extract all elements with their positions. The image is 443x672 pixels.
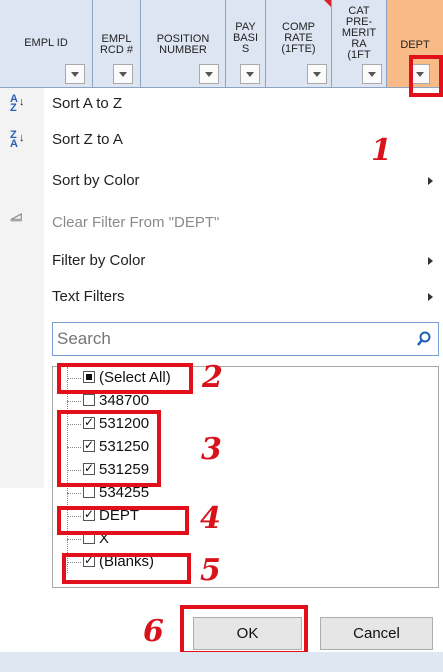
sort-descending-icon: Z A ↓	[10, 129, 25, 150]
sort-a-to-z-item[interactable]: Sort A to Z	[52, 95, 122, 112]
checkbox[interactable]	[83, 394, 95, 406]
column-label: CAT PRE- MERIT RA (1FT	[341, 5, 377, 61]
resize-bar[interactable]	[0, 652, 443, 672]
annotation-box-select-all	[57, 363, 193, 394]
column-label: COMP RATE (1FTE)	[281, 21, 316, 55]
filter-dropdown-button[interactable]	[65, 64, 85, 84]
annotation-number-3: 3	[201, 432, 222, 467]
annotation-number-5: 5	[200, 553, 221, 588]
annotation-box-dept-dropdown	[409, 55, 443, 97]
cancel-button[interactable]: Cancel	[320, 617, 433, 650]
filter-dropdown-button[interactable]	[362, 64, 382, 84]
submenu-arrow-icon	[428, 177, 433, 185]
text-filters-item[interactable]: Text Filters	[52, 288, 125, 305]
column-label: DEPT	[400, 39, 430, 51]
submenu-arrow-icon	[428, 257, 433, 265]
sort-by-color-item[interactable]: Sort by Color	[52, 172, 140, 189]
column-label: EMPL RCD #	[99, 33, 133, 56]
annotation-number-2: 2	[202, 360, 223, 395]
search-box[interactable]	[52, 322, 439, 356]
checkbox[interactable]	[83, 486, 95, 498]
search-input[interactable]	[57, 329, 397, 349]
column-header-comp-rate[interactable]: COMP RATE (1FTE)	[266, 0, 332, 88]
submenu-arrow-icon	[428, 293, 433, 301]
annotation-box-blanks	[62, 553, 191, 584]
column-header-cat-pre-merit[interactable]: CAT PRE- MERIT RA (1FT	[332, 0, 387, 88]
filter-dropdown-button[interactable]	[240, 64, 260, 84]
column-header-empl-rcd[interactable]: EMPL RCD #	[93, 0, 141, 88]
annotation-number-6: 6	[143, 614, 164, 649]
column-header-empl-id[interactable]: EMPL ID	[0, 0, 93, 88]
annotation-box-ok-button	[180, 605, 308, 655]
filter-dropdown-button[interactable]	[113, 64, 133, 84]
annotation-box-dept-value	[57, 506, 189, 535]
column-header-position-number[interactable]: POSITION NUMBER	[141, 0, 226, 88]
column-header-row: EMPL ID EMPL RCD # POSITION NUMBER PAY B…	[0, 0, 443, 88]
column-label: EMPL ID	[24, 37, 68, 49]
sort-z-to-a-item[interactable]: Sort Z to A	[52, 131, 123, 148]
column-label: PAY BASI S	[232, 21, 259, 55]
menu-icon-gutter	[0, 88, 44, 488]
sort-ascending-icon: A Z ↓	[10, 93, 25, 114]
list-item-label: 348700	[99, 392, 150, 409]
column-label: POSITION NUMBER	[156, 33, 210, 56]
annotation-number-4: 4	[200, 501, 221, 536]
filter-dropdown-button[interactable]	[199, 64, 219, 84]
magnifier-icon[interactable]	[416, 331, 432, 347]
column-header-pay-basis[interactable]: PAY BASI S	[226, 0, 266, 88]
filter-by-color-item[interactable]: Filter by Color	[52, 252, 145, 269]
clear-filter-icon: ⧡	[10, 208, 23, 225]
clear-filter-item: Clear Filter From "DEPT"	[52, 214, 220, 231]
annotation-number-1: 1	[371, 133, 392, 168]
annotation-box-checked-values	[57, 410, 161, 487]
filter-dropdown-button[interactable]	[307, 64, 327, 84]
comment-indicator	[324, 0, 331, 7]
